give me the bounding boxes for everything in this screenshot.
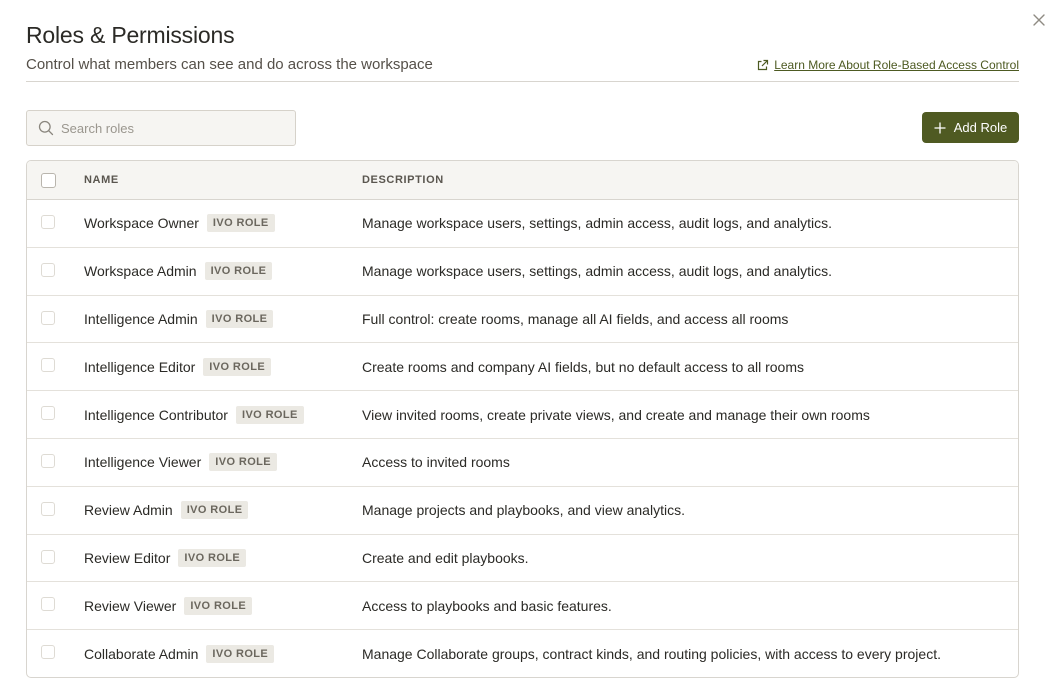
add-role-button[interactable]: Add Role xyxy=(922,112,1019,143)
plus-icon xyxy=(934,122,946,133)
roles-table: NAME DESCRIPTION Workspace Owner IVO ROL… xyxy=(26,160,1019,678)
role-name: Collaborate Admin xyxy=(84,646,199,663)
name-cell: Review Admin IVO ROLE xyxy=(84,487,249,534)
row-checkbox[interactable] xyxy=(41,549,55,564)
role-badge: IVO ROLE xyxy=(204,262,273,281)
name-cell: Workspace Owner IVO ROLE xyxy=(84,200,275,247)
role-description: Manage projects and playbooks, and view … xyxy=(362,502,685,519)
dialog-header: Roles & Permissions Control what members… xyxy=(26,20,1019,76)
role-description: Access to invited rooms xyxy=(362,454,510,471)
role-badge: IVO ROLE xyxy=(180,501,249,520)
role-name: Workspace Admin xyxy=(84,263,197,280)
table-row[interactable]: Review Viewer IVO ROLE Access to playboo… xyxy=(27,582,1018,631)
table-row[interactable]: Collaborate Admin IVO ROLE Manage Collab… xyxy=(27,630,1018,677)
table-row[interactable]: Review Editor IVO ROLE Create and edit p… xyxy=(27,535,1018,583)
name-cell: Intelligence Editor IVO ROLE xyxy=(84,343,272,390)
name-cell: Review Viewer IVO ROLE xyxy=(84,582,253,629)
role-name: Intelligence Contributor xyxy=(84,406,228,423)
role-name: Intelligence Viewer xyxy=(84,454,202,471)
add-role-label: Add Role xyxy=(953,120,1008,135)
role-description: Create rooms and company AI fields, but … xyxy=(362,358,805,375)
learn-more-link[interactable]: Learn More About Role-Based Access Contr… xyxy=(756,56,1019,74)
name-cell: Collaborate Admin IVO ROLE xyxy=(84,630,275,677)
role-name: Review Viewer xyxy=(84,597,177,614)
search-input[interactable] xyxy=(61,120,281,136)
page-title: Roles & Permissions xyxy=(26,22,235,48)
role-badge: IVO ROLE xyxy=(235,405,304,424)
table-row[interactable]: Intelligence Editor IVO ROLE Create room… xyxy=(27,343,1018,392)
row-checkbox[interactable] xyxy=(41,406,55,421)
row-checkbox[interactable] xyxy=(41,501,55,516)
table-row[interactable]: Intelligence Contributor IVO ROLE View i… xyxy=(27,391,1018,439)
role-description: Access to playbooks and basic features. xyxy=(362,597,612,614)
subtitle-row: Control what members can see and do acro… xyxy=(26,54,1019,76)
role-name: Workspace Owner xyxy=(84,215,199,232)
table-row[interactable]: Review Admin IVO ROLE Manage projects an… xyxy=(27,487,1018,535)
name-cell: Intelligence Viewer IVO ROLE xyxy=(84,439,278,486)
role-description: Manage workspace users, settings, admin … xyxy=(362,215,833,232)
column-header-name[interactable]: NAME xyxy=(84,174,119,186)
table-row[interactable]: Workspace Owner IVO ROLE Manage workspac… xyxy=(27,200,1018,248)
role-description: View invited rooms, create private views… xyxy=(362,406,870,423)
name-cell: Workspace Admin IVO ROLE xyxy=(84,248,273,295)
page-subtitle: Control what members can see and do acro… xyxy=(26,56,433,73)
name-cell: Intelligence Admin IVO ROLE xyxy=(84,296,274,343)
role-badge: IVO ROLE xyxy=(203,357,272,376)
close-button[interactable] xyxy=(1030,11,1048,29)
role-description: Create and edit playbooks. xyxy=(362,549,529,566)
role-badge: IVO ROLE xyxy=(206,645,275,664)
select-all-checkbox[interactable] xyxy=(41,173,56,188)
role-description: Full control: create rooms, manage all A… xyxy=(362,310,789,327)
name-cell: Review Editor IVO ROLE xyxy=(84,535,247,582)
row-checkbox[interactable] xyxy=(41,262,55,277)
role-badge: IVO ROLE xyxy=(205,309,274,328)
row-checkbox[interactable] xyxy=(41,215,55,229)
role-name: Review Admin xyxy=(84,502,173,519)
role-description: Manage Collaborate groups, contract kind… xyxy=(362,646,941,663)
role-badge: IVO ROLE xyxy=(209,453,278,472)
name-cell: Intelligence Contributor IVO ROLE xyxy=(84,391,304,438)
row-checkbox[interactable] xyxy=(41,645,55,660)
table-row[interactable]: Intelligence Admin IVO ROLE Full control… xyxy=(27,296,1018,344)
row-checkbox[interactable] xyxy=(41,597,55,612)
role-name: Review Editor xyxy=(84,549,171,566)
learn-more-label: Learn More About Role-Based Access Contr… xyxy=(774,58,1019,72)
table-header: NAME DESCRIPTION xyxy=(27,161,1018,200)
role-name: Intelligence Editor xyxy=(84,358,196,375)
role-badge: IVO ROLE xyxy=(206,214,275,233)
close-icon xyxy=(1033,14,1045,26)
row-checkbox[interactable] xyxy=(41,453,55,468)
role-name: Intelligence Admin xyxy=(84,310,198,327)
role-badge: IVO ROLE xyxy=(184,596,253,615)
row-checkbox[interactable] xyxy=(41,358,55,373)
role-description: Manage workspace users, settings, admin … xyxy=(362,263,833,280)
table-row[interactable]: Intelligence Viewer IVO ROLE Access to i… xyxy=(27,439,1018,487)
table-body: Workspace Owner IVO ROLE Manage workspac… xyxy=(27,200,1018,677)
search-icon xyxy=(38,120,54,136)
external-link-icon xyxy=(758,59,769,70)
row-checkbox[interactable] xyxy=(41,310,55,325)
search-box[interactable] xyxy=(26,110,296,146)
header-divider xyxy=(26,81,1019,82)
column-header-description: DESCRIPTION xyxy=(362,174,444,186)
table-row[interactable]: Workspace Admin IVO ROLE Manage workspac… xyxy=(27,248,1018,296)
role-badge: IVO ROLE xyxy=(178,548,247,567)
